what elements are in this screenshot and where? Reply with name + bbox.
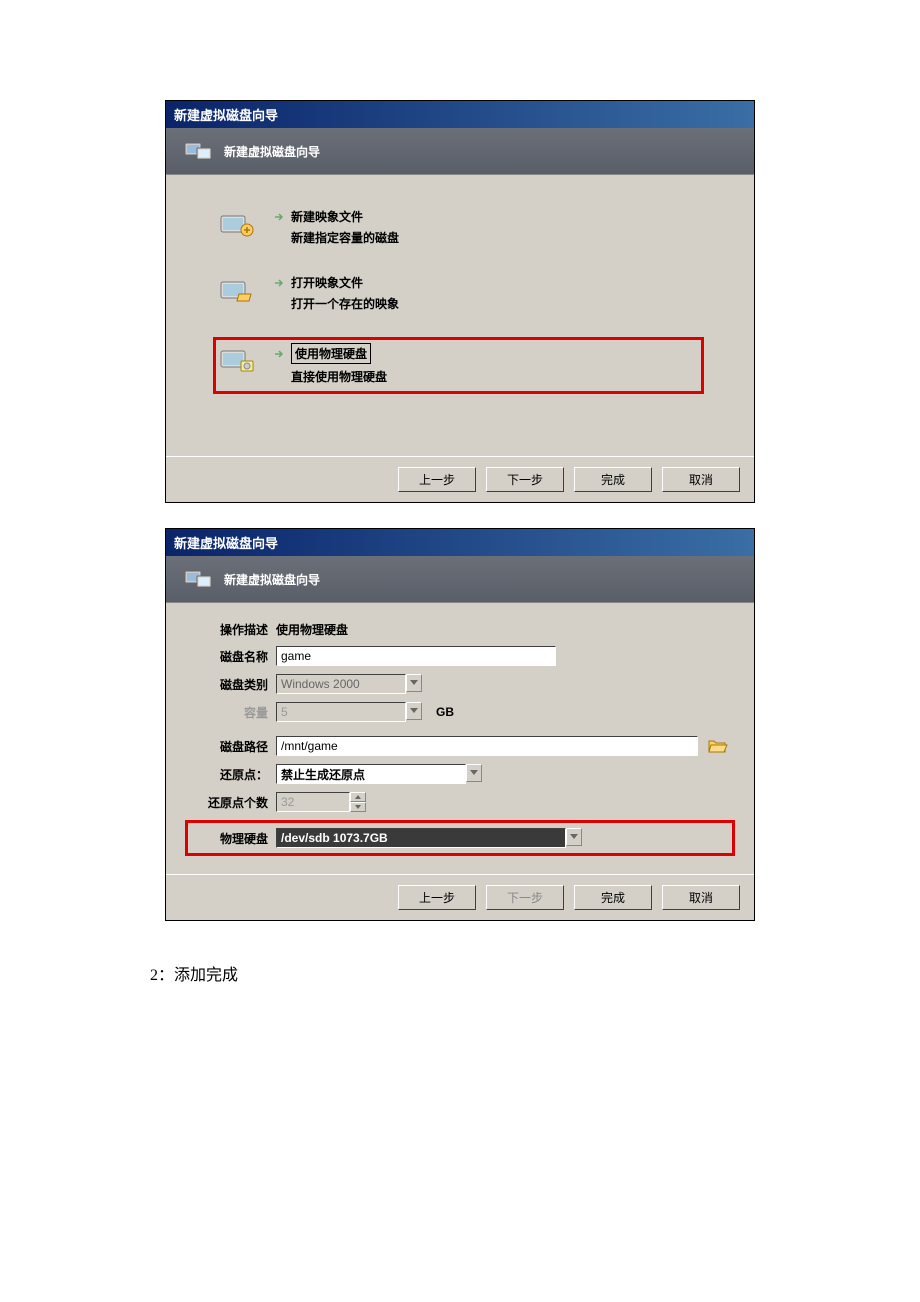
option-title: 使用物理硬盘 — [291, 343, 371, 364]
row-restore-count: 还原点个数 — [190, 792, 730, 812]
finish-button[interactable]: 完成 — [574, 467, 652, 492]
select-restore-point[interactable] — [276, 764, 466, 784]
dropdown-arrow-icon[interactable] — [566, 828, 582, 846]
option-desc: 直接使用物理硬盘 — [291, 368, 387, 385]
row-disk-name: 磁盘名称 — [190, 646, 730, 666]
row-disk-type: 磁盘类别 — [190, 674, 730, 694]
dropdown-arrow-icon[interactable] — [406, 674, 422, 692]
label-disk-name: 磁盘名称 — [190, 648, 268, 665]
label-op-desc: 操作描述 — [190, 621, 268, 638]
form-content: 操作描述 使用物理硬盘 磁盘名称 磁盘类别 容量 G — [166, 603, 754, 874]
wizard-dialog-1: 新建虚拟磁盘向导 新建虚拟磁盘向导 新建映象文件 — [165, 100, 755, 503]
row-op-desc: 操作描述 使用物理硬盘 — [190, 621, 730, 638]
wizard-dialog-2: 新建虚拟磁盘向导 新建虚拟磁盘向导 操作描述 使用物理硬盘 磁盘名称 磁盘类别 — [165, 528, 755, 921]
titlebar: 新建虚拟磁盘向导 — [166, 101, 754, 128]
value-op-desc: 使用物理硬盘 — [276, 621, 348, 638]
row-disk-path: 磁盘路径 — [190, 736, 730, 756]
label-restore-count: 还原点个数 — [190, 794, 268, 811]
folder-open-icon — [708, 738, 728, 754]
dialog-header: 新建虚拟磁盘向导 — [166, 128, 754, 175]
spinner-control[interactable] — [350, 792, 366, 812]
open-disk-icon — [219, 274, 255, 304]
option-desc: 新建指定容量的磁盘 — [291, 229, 399, 246]
option-new-image[interactable]: 新建映象文件 新建指定容量的磁盘 — [216, 205, 704, 249]
new-disk-icon — [219, 208, 255, 238]
button-bar: 上一步 下一步 完成 取消 — [166, 874, 754, 920]
row-restore-point: 还原点： — [190, 764, 730, 784]
dialog-header: 新建虚拟磁盘向导 — [166, 556, 754, 603]
option-title: 新建映象文件 — [291, 208, 363, 225]
cancel-button[interactable]: 取消 — [662, 885, 740, 910]
finish-button[interactable]: 完成 — [574, 885, 652, 910]
dialog-title: 新建虚拟磁盘向导 — [174, 108, 278, 123]
next-button: 下一步 — [486, 885, 564, 910]
input-disk-name[interactable] — [276, 646, 556, 666]
arrow-icon — [273, 211, 285, 223]
caption-text: 2：添加完成 — [150, 961, 920, 985]
cancel-button[interactable]: 取消 — [662, 467, 740, 492]
dropdown-arrow-icon[interactable] — [406, 702, 422, 720]
physical-disk-icon — [219, 343, 255, 373]
devices-icon — [184, 140, 212, 162]
prev-button[interactable]: 上一步 — [398, 467, 476, 492]
row-capacity: 容量 GB — [190, 702, 730, 722]
label-disk-path: 磁盘路径 — [190, 738, 268, 755]
header-title: 新建虚拟磁盘向导 — [224, 143, 320, 160]
label-capacity: 容量 — [190, 704, 268, 721]
next-button[interactable]: 下一步 — [486, 467, 564, 492]
input-disk-path[interactable] — [276, 736, 698, 756]
option-open-image[interactable]: 打开映象文件 打开一个存在的映象 — [216, 271, 704, 315]
option-title: 打开映象文件 — [291, 274, 363, 291]
browse-button[interactable] — [706, 736, 730, 756]
capacity-unit: GB — [436, 705, 454, 719]
header-title: 新建虚拟磁盘向导 — [224, 571, 320, 588]
label-restore-point: 还原点： — [190, 766, 268, 783]
input-restore-count — [276, 792, 350, 812]
arrow-icon — [273, 348, 285, 360]
button-bar: 上一步 下一步 完成 取消 — [166, 456, 754, 502]
row-physical-disk: 物理硬盘 — [185, 820, 735, 856]
dialog-content: 新建映象文件 新建指定容量的磁盘 打开映象文件 打开一个存在的映象 — [166, 175, 754, 456]
select-physical-disk[interactable] — [276, 828, 566, 848]
dropdown-arrow-icon[interactable] — [466, 764, 482, 782]
spinner-up-icon[interactable] — [350, 792, 366, 802]
devices-icon — [184, 568, 212, 590]
prev-button[interactable]: 上一步 — [398, 885, 476, 910]
option-desc: 打开一个存在的映象 — [291, 295, 399, 312]
select-disk-type — [276, 674, 406, 694]
option-physical-disk[interactable]: 使用物理硬盘 直接使用物理硬盘 — [213, 337, 704, 394]
dialog-title: 新建虚拟磁盘向导 — [174, 536, 278, 551]
label-disk-type: 磁盘类别 — [190, 676, 268, 693]
titlebar: 新建虚拟磁盘向导 — [166, 529, 754, 556]
select-capacity — [276, 702, 406, 722]
spinner-down-icon[interactable] — [350, 802, 366, 812]
arrow-icon — [273, 277, 285, 289]
label-physical-disk: 物理硬盘 — [190, 830, 268, 847]
